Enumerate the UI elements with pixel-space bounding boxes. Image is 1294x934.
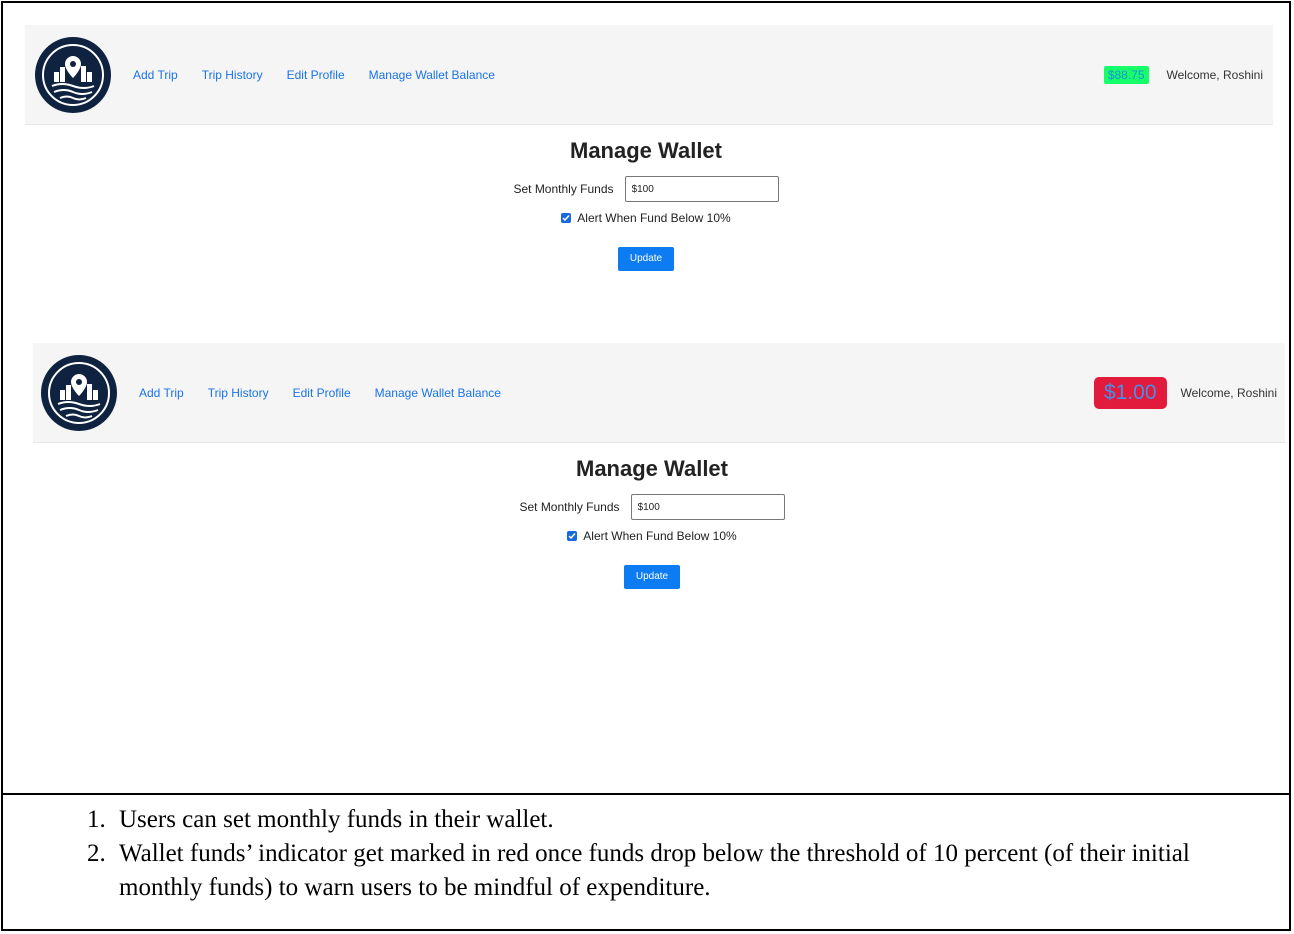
welcome-text: Welcome, Roshini xyxy=(1180,385,1277,400)
app-logo-icon[interactable] xyxy=(41,354,117,431)
screenshot-frame: Add Trip Trip History Edit Profile Manag… xyxy=(1,1,1291,931)
manage-wallet-form: Manage Wallet Set Monthly Funds Alert Wh… xyxy=(9,456,1289,589)
nav-right: $1.00 Welcome, Roshini xyxy=(1093,376,1277,409)
update-button[interactable]: Update xyxy=(618,247,674,271)
caption-divider xyxy=(3,793,1289,795)
monthly-funds-input[interactable] xyxy=(630,494,785,520)
nav-link-edit-profile[interactable]: Edit Profile xyxy=(293,386,351,400)
wallet-balance-badge-low[interactable]: $1.00 xyxy=(1093,376,1167,409)
nav-link-edit-profile[interactable]: Edit Profile xyxy=(287,68,345,82)
nav-link-add-trip[interactable]: Add Trip xyxy=(139,386,184,400)
alert-checkbox[interactable] xyxy=(567,531,578,541)
update-button[interactable]: Update xyxy=(624,565,680,589)
nav-link-manage-wallet[interactable]: Manage Wallet Balance xyxy=(375,386,501,400)
caption-list: 1. Users can set monthly funds in their w… xyxy=(87,803,1213,905)
welcome-text: Welcome, Roshini xyxy=(1166,67,1263,82)
navbar-top: Add Trip Trip History Edit Profile Manag… xyxy=(25,25,1273,125)
alert-label: Alert When Fund Below 10% xyxy=(577,211,731,225)
nav-link-trip-history[interactable]: Trip History xyxy=(208,386,269,400)
alert-row: Alert When Fund Below 10% xyxy=(9,529,1289,543)
funds-label: Set Monthly Funds xyxy=(519,500,620,514)
nav-link-add-trip[interactable]: Add Trip xyxy=(133,68,178,82)
page-title: Manage Wallet xyxy=(570,138,722,163)
caption-item: 2. Wallet funds’ indicator get marked in … xyxy=(87,840,1190,901)
checkmark-icon xyxy=(562,215,570,222)
nav-link-manage-wallet[interactable]: Manage Wallet Balance xyxy=(369,68,495,82)
funds-row: Set Monthly Funds xyxy=(9,494,1289,520)
alert-checkbox[interactable] xyxy=(561,213,572,223)
funds-row: Set Monthly Funds xyxy=(3,176,1289,202)
alert-label: Alert When Fund Below 10% xyxy=(583,529,737,543)
wallet-balance-badge[interactable]: $88.75 xyxy=(1103,65,1149,84)
navbar-bottom: Add Trip Trip History Edit Profile Manag… xyxy=(33,343,1285,443)
funds-label: Set Monthly Funds xyxy=(513,182,614,196)
app-logo-icon[interactable] xyxy=(35,36,111,113)
alert-row: Alert When Fund Below 10% xyxy=(3,211,1289,225)
nav-link-trip-history[interactable]: Trip History xyxy=(202,68,263,82)
nav-right: $88.75 Welcome, Roshini xyxy=(1103,65,1263,84)
caption-text: Users can set monthly funds in their wal… xyxy=(119,806,554,833)
caption-item: 1. Users can set monthly funds in their w… xyxy=(87,806,554,833)
nav-links: Add Trip Trip History Edit Profile Manag… xyxy=(133,68,519,82)
monthly-funds-input[interactable] xyxy=(624,176,779,202)
caption-text: Wallet funds’ indicator get marked in re… xyxy=(119,840,1190,901)
nav-links: Add Trip Trip History Edit Profile Manag… xyxy=(139,386,525,400)
manage-wallet-form: Manage Wallet Set Monthly Funds Alert Wh… xyxy=(3,138,1289,271)
checkmark-icon xyxy=(568,533,576,540)
page-title: Manage Wallet xyxy=(576,456,728,481)
